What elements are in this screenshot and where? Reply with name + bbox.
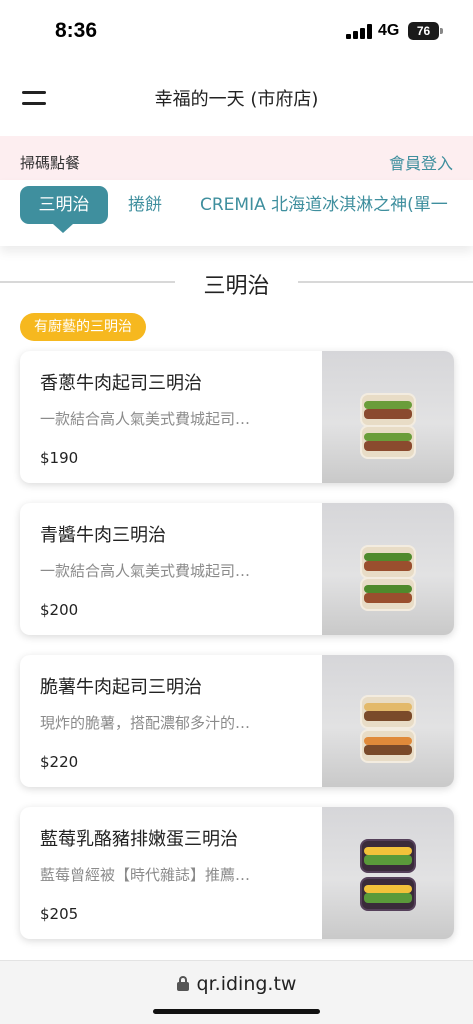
category-tabs: 三明治 捲餅 CREMIA 北海道冰淇淋之神(單一: [0, 180, 473, 246]
sandwich-half-icon: [360, 839, 416, 873]
sandwich-photo: [322, 655, 454, 787]
network-type: 4G: [378, 22, 400, 39]
menu-item-card[interactable]: 青醬牛肉三明治 一款結合高人氣美式費城起司… $200: [20, 503, 454, 635]
sandwich-half-icon: [360, 577, 416, 611]
url-display[interactable]: qr.iding.tw: [0, 973, 473, 995]
store-title: 幸福的一天 (市府店): [154, 89, 319, 110]
status-time: 8:36: [55, 19, 98, 42]
battery-icon: 76: [408, 22, 439, 40]
item-price: $190: [40, 449, 79, 467]
item-description: 一款結合高人氣美式費城起司…: [40, 562, 251, 580]
sandwich-photo: [322, 503, 454, 635]
tab-sandwich[interactable]: 三明治: [20, 186, 108, 224]
sandwich-half-icon: [360, 393, 416, 427]
item-price: $200: [40, 601, 79, 619]
item-description: 藍莓曾經被【時代雜誌】推薦…: [40, 866, 251, 884]
item-name: 脆薯牛肉起司三明治: [40, 677, 202, 698]
item-price: $220: [40, 753, 79, 771]
sandwich-photo: [322, 807, 454, 939]
tab-wrap[interactable]: 捲餅: [128, 186, 162, 224]
sandwich-half-icon: [360, 695, 416, 729]
lock-icon: [176, 976, 189, 991]
menu-item-card[interactable]: 脆薯牛肉起司三明治 現炸的脆薯，搭配濃郁多汁的… $220: [20, 655, 454, 787]
browser-address-bar[interactable]: qr.iding.tw: [0, 960, 473, 1024]
item-description: 一款結合高人氣美式費城起司…: [40, 410, 251, 428]
item-name: 青醬牛肉三明治: [40, 525, 166, 546]
sandwich-photo: [322, 351, 454, 483]
scan-order-label: 掃碼點餐: [20, 154, 81, 172]
item-name: 香蔥牛肉起司三明治: [40, 373, 202, 394]
sandwich-half-icon: [360, 545, 416, 579]
member-login-link[interactable]: 會員登入: [389, 150, 453, 174]
section-heading: 三明治: [0, 262, 473, 302]
url-text: qr.iding.tw: [196, 973, 297, 995]
sandwich-half-icon: [360, 425, 416, 459]
active-tab-pointer: [53, 224, 73, 233]
menu-item-card[interactable]: 香蔥牛肉起司三明治 一款結合高人氣美式費城起司… $190: [20, 351, 454, 483]
divider-right: [298, 281, 473, 283]
item-price: $205: [40, 905, 79, 923]
tab-cremia-ice-cream[interactable]: CREMIA 北海道冰淇淋之神(單一: [200, 186, 448, 224]
app-header: 幸福的一天 (市府店): [0, 62, 473, 134]
cellular-signal-icon: [346, 24, 372, 39]
section-title: 三明治: [203, 274, 270, 299]
sandwich-half-icon: [360, 729, 416, 763]
menu-item-card[interactable]: 藍莓乳酪豬排嫩蛋三明治 藍莓曾經被【時代雜誌】推薦… $205: [20, 807, 454, 939]
home-indicator[interactable]: [153, 1009, 320, 1014]
item-name: 藍莓乳酪豬排嫩蛋三明治: [40, 829, 238, 850]
battery-tip: [440, 28, 443, 34]
sandwich-half-icon: [360, 877, 416, 911]
subcategory-badge: 有廚藝的三明治: [20, 313, 146, 341]
order-subbar: 掃碼點餐 會員登入: [0, 136, 473, 180]
item-description: 現炸的脆薯，搭配濃郁多汁的…: [40, 714, 251, 732]
status-bar: 8:36 4G 76: [0, 0, 473, 62]
